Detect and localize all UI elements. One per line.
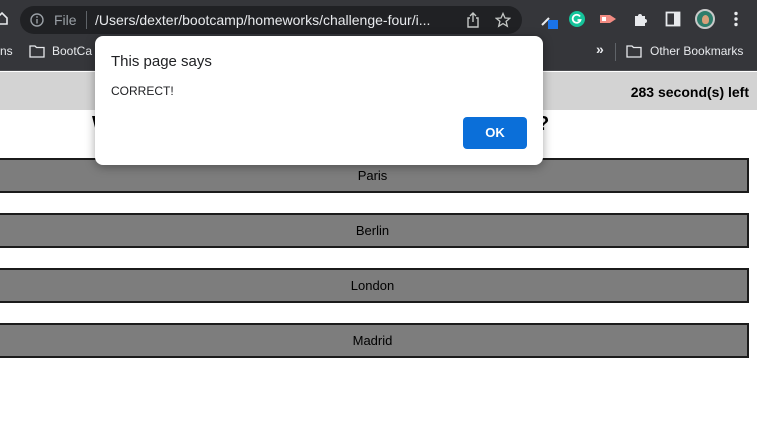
bookmark-folder-bootcamp[interactable]: BootCa xyxy=(52,44,92,58)
folder-icon xyxy=(29,44,45,63)
side-panel-icon[interactable] xyxy=(665,11,681,32)
folder-icon xyxy=(626,44,642,63)
eyedropper-extension-icon[interactable] xyxy=(540,11,558,34)
share-icon[interactable] xyxy=(466,12,480,33)
address-bar[interactable]: File /Users/dexter/bootcamp/homeworks/ch… xyxy=(20,6,522,34)
dialog-message: CORRECT! xyxy=(111,84,174,98)
home-icon[interactable] xyxy=(0,11,8,30)
star-icon[interactable] xyxy=(494,11,512,33)
bookmarks-overflow-button[interactable]: » xyxy=(596,41,604,57)
profile-avatar[interactable] xyxy=(695,9,715,29)
answer-button-berlin[interactable]: Berlin xyxy=(0,213,749,248)
answer-button-london[interactable]: London xyxy=(0,268,749,303)
url-text[interactable]: /Users/dexter/bootcamp/homeworks/challen… xyxy=(95,12,455,28)
puzzle-icon[interactable] xyxy=(633,11,649,32)
timer-text: 283 second(s) left xyxy=(630,84,749,100)
ok-button[interactable]: OK xyxy=(463,117,527,149)
divider xyxy=(86,11,87,29)
kebab-menu-icon[interactable] xyxy=(733,11,739,32)
bookmark-cut-item[interactable]: ns xyxy=(0,44,13,58)
answer-button-madrid[interactable]: Madrid xyxy=(0,323,749,358)
grammarly-icon[interactable] xyxy=(569,11,585,32)
info-icon[interactable] xyxy=(30,13,44,32)
video-extension-icon[interactable] xyxy=(598,11,618,32)
bookmark-other[interactable]: Other Bookmarks xyxy=(650,44,743,58)
url-scheme-label: File xyxy=(54,12,77,28)
divider xyxy=(615,43,616,61)
alert-dialog: This page says CORRECT! OK xyxy=(95,36,543,165)
dialog-title: This page says xyxy=(111,53,212,70)
browser-toolbar: File /Users/dexter/bootcamp/homeworks/ch… xyxy=(0,0,757,38)
